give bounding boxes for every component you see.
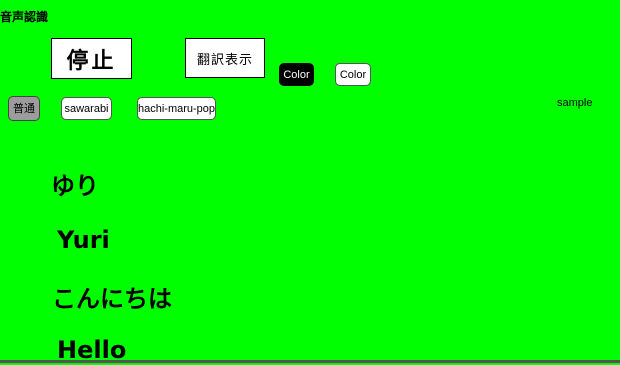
background-color-button-light[interactable]: Color <box>335 63 371 86</box>
page-title: 音声認識 <box>0 10 49 24</box>
text-color-button-dark[interactable]: Color <box>279 63 314 86</box>
translate-toggle-button[interactable]: 翻訳表示 <box>185 38 265 78</box>
transcript-line-original: ゆり <box>51 172 99 200</box>
stop-button[interactable]: 停止 <box>51 38 132 79</box>
font-option-hachi-maru-pop[interactable]: hachi-maru-pop <box>137 97 216 120</box>
transcript-line-translation: Yuri <box>57 226 110 254</box>
font-option-normal[interactable]: 普通 <box>8 96 40 121</box>
font-option-sawarabi[interactable]: sawarabi <box>61 97 112 120</box>
font-sample-label: sample <box>557 97 593 109</box>
transcript-line-original: こんにちは <box>52 285 172 313</box>
